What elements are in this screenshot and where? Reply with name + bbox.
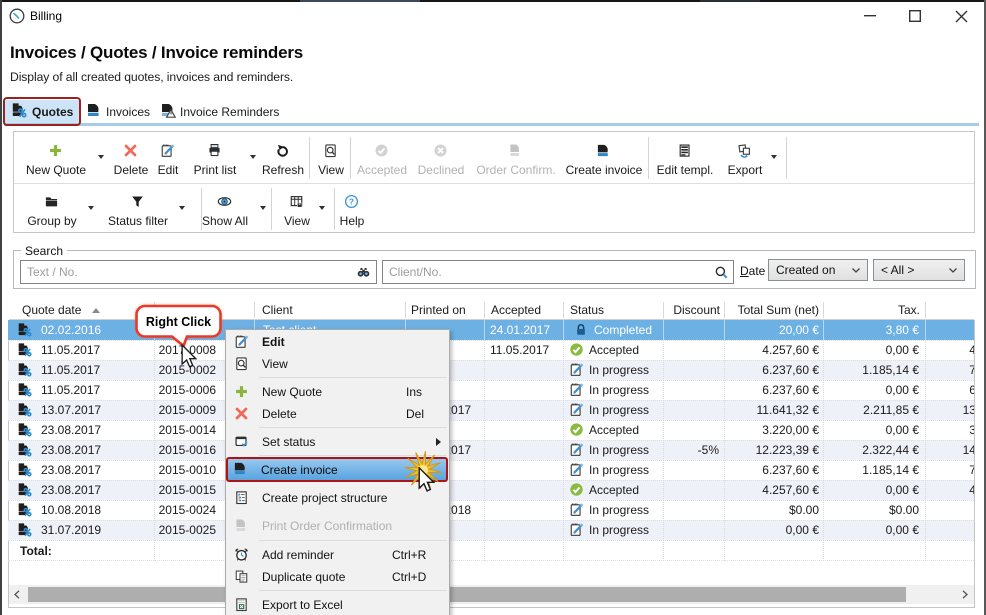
svg-text:Right Click: Right Click: [146, 315, 211, 329]
svg-text:?: ?: [349, 197, 354, 207]
